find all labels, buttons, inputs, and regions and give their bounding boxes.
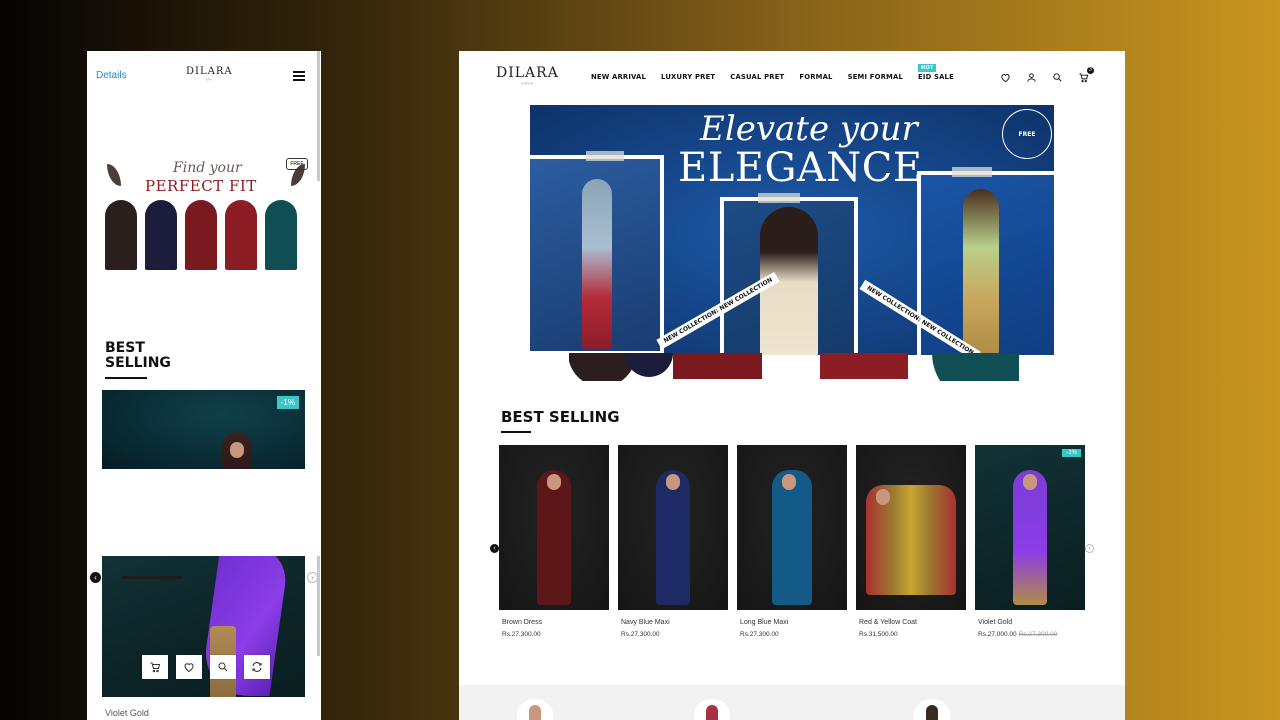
product-name[interactable]: Violet Gold (975, 619, 1085, 627)
best-selling-line1: BEST (105, 340, 145, 356)
model-image (1013, 470, 1047, 605)
product-price: Rs.27,300.00 (499, 631, 609, 638)
details-link[interactable]: Details (96, 70, 127, 81)
product-name[interactable]: Long Blue Maxi (737, 619, 847, 627)
user-account-icon[interactable] (1025, 71, 1038, 84)
product-price: Rs.27,300.00 (618, 631, 728, 638)
carousel-prev-icon[interactable]: ‹ (90, 572, 101, 583)
product-image[interactable] (856, 445, 966, 610)
tape-decoration (758, 193, 800, 203)
price-current: Rs.27,000.00 (978, 631, 1017, 638)
delivery-truck-icon: FREE (286, 158, 308, 170)
model-image (185, 200, 217, 270)
nav-eid-sale-label: EID SALE (918, 73, 954, 81)
best-selling-title: BEST SELLING (105, 341, 171, 371)
banner-bottom-decoration (569, 353, 1019, 381)
compare-icon[interactable] (244, 655, 270, 679)
scrollbar[interactable] (317, 556, 320, 656)
product-price: Rs.27,000.00 Rs.27,300.00 (975, 631, 1085, 638)
product-card[interactable]: Brown Dress Rs.27,300.00 (499, 445, 609, 638)
best-selling-title: BEST SELLING (501, 408, 620, 426)
header-icons: 3 (999, 67, 1094, 84)
tape-decoration (586, 151, 624, 161)
main-nav: NEW ARRIVAL LUXURY PRET CASUAL PRET FORM… (591, 64, 954, 81)
mobile-header: Details DILARA 〰 (87, 51, 321, 103)
model-image (265, 200, 297, 270)
price-old: Rs.27,300.00 (1018, 631, 1058, 638)
wishlist-heart-icon[interactable] (999, 71, 1012, 84)
model-photo-center (720, 197, 858, 355)
free-delivery-badge-icon: FREE DELIVERY (1002, 109, 1052, 188)
product-carousel: Brown Dress Rs.27,300.00 Navy Blue Maxi … (499, 445, 1085, 638)
desktop-mockup: DILARA 〰〰 NEW ARRIVAL LUXURY PRET CASUAL… (459, 51, 1125, 720)
cart-icon[interactable]: 3 (1077, 67, 1094, 84)
price-current: Rs.31,500.00 (859, 631, 898, 638)
cart-icon[interactable] (142, 655, 168, 679)
hot-tag: HOT (918, 64, 937, 72)
mobile-logo[interactable]: DILARA 〰 (186, 66, 233, 84)
title-underline (501, 431, 531, 433)
nav-casual-pret[interactable]: CASUAL PRET (730, 73, 784, 81)
banner-headline: PERFECT FIT (145, 177, 257, 195)
product-name[interactable]: Navy Blue Maxi (618, 619, 728, 627)
carousel-next-icon[interactable]: › (1085, 544, 1094, 553)
hero-banner[interactable]: Elevate your ELEGANCE FREE DELIVERY NEW … (530, 105, 1054, 355)
testimonial-band (459, 685, 1125, 720)
product-actions (142, 655, 270, 679)
mobile-mockup: Details DILARA 〰 FREE Find your PERFECT … (87, 51, 321, 720)
banner-script-text: Find your (173, 160, 242, 176)
best-selling-line2: SELLING (105, 355, 171, 371)
nav-eid-sale[interactable]: HOT EID SALE (918, 64, 954, 81)
product-name[interactable]: Red & Yellow Coat (856, 619, 966, 627)
discount-badge: -1% (1062, 449, 1081, 457)
carousel-prev-icon[interactable]: ‹ (490, 544, 499, 553)
desktop-logo[interactable]: DILARA 〰〰 (496, 65, 559, 88)
model-photo-left (530, 155, 664, 355)
price-current: Rs.27,300.00 (621, 631, 660, 638)
model-image (656, 470, 690, 605)
product-name[interactable]: Brown Dress (499, 619, 609, 627)
product-card[interactable]: -1% Violet Gold Rs.27,000.00 Rs.27,300.00 (975, 445, 1085, 638)
heart-icon[interactable] (176, 655, 202, 679)
model-image (222, 432, 252, 469)
nav-formal[interactable]: FORMAL (799, 73, 832, 81)
product-card[interactable]: Navy Blue Maxi Rs.27,300.00 (618, 445, 728, 638)
cart-count-badge: 3 (1087, 67, 1094, 74)
nav-luxury-pret[interactable]: LUXURY PRET (661, 73, 715, 81)
product-name[interactable]: Violet Gold (105, 708, 149, 718)
price-current: Rs.27,300.00 (740, 631, 779, 638)
product-price: Rs.31,500.00 (856, 631, 966, 638)
product-image[interactable] (737, 445, 847, 610)
discount-badge: -1% (276, 396, 299, 409)
title-underline (105, 377, 147, 379)
nav-semi-formal[interactable]: SEMI FORMAL (848, 73, 903, 81)
search-icon[interactable] (210, 655, 236, 679)
product-image[interactable] (499, 445, 609, 610)
product-card-image[interactable]: -1% (102, 390, 305, 469)
banner-script-text: Elevate your (700, 109, 918, 149)
product-price: Rs.27,300.00 (737, 631, 847, 638)
model-image (105, 200, 137, 270)
hamburger-menu-icon[interactable] (293, 71, 305, 81)
product-image[interactable]: -1% (975, 445, 1085, 610)
leaf-decoration-icon (107, 164, 121, 186)
mobile-hero-banner[interactable]: FREE Find your PERFECT FIT (101, 156, 313, 271)
model-image (866, 485, 956, 595)
product-card[interactable]: Red & Yellow Coat Rs.31,500.00 (856, 445, 966, 638)
nav-new-arrival[interactable]: NEW ARRIVAL (591, 73, 646, 81)
model-image (537, 470, 571, 605)
product-card[interactable]: Long Blue Maxi Rs.27,300.00 (737, 445, 847, 638)
tape-decoration (952, 167, 992, 177)
carousel-next-icon[interactable]: › (307, 572, 318, 583)
banner-headline: ELEGANCE (678, 145, 923, 191)
model-image (145, 200, 177, 270)
model-image (225, 200, 257, 270)
search-icon[interactable] (1051, 71, 1064, 84)
price-current: Rs.27,300.00 (502, 631, 541, 638)
product-image[interactable] (618, 445, 728, 610)
scrollbar[interactable] (317, 51, 320, 181)
model-image (772, 470, 812, 605)
